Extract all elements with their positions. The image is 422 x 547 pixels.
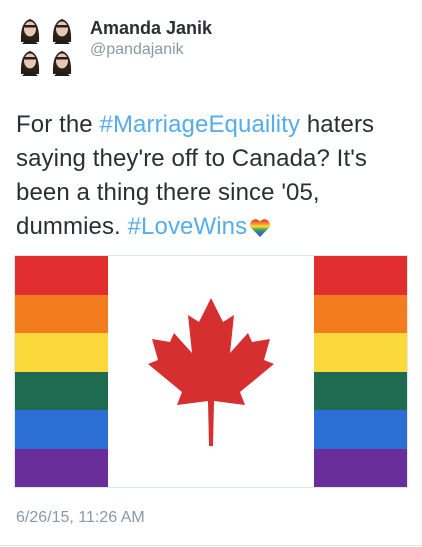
flag-stripe: [15, 410, 108, 449]
flag-stripe: [15, 294, 108, 333]
hashtag-love-wins-link[interactable]: #LoveWins: [128, 213, 248, 240]
flag-stripe: [314, 333, 407, 372]
rainbow-heart-icon: [250, 218, 271, 237]
tweet-text-segment: For the: [16, 111, 100, 138]
flag-left-rainbow-band: [15, 256, 108, 487]
avatar[interactable]: [14, 12, 78, 76]
avatar-tile-icon: [46, 12, 78, 44]
flag-stripe: [314, 256, 407, 295]
flag-stripe: [15, 333, 108, 372]
maple-leaf-icon: [148, 298, 274, 446]
flag-stripe: [15, 448, 108, 487]
hashtag-marriage-equality-link[interactable]: #MarriageEquaility: [100, 111, 301, 138]
tweet-text: For the #MarriageEquaility haters saying…: [16, 108, 408, 244]
flag-stripe: [314, 371, 407, 410]
avatar-tile-icon: [14, 12, 46, 44]
flag-stripe: [314, 448, 407, 487]
flag-stripe: [314, 410, 407, 449]
flag-stripe: [15, 371, 108, 410]
flag-stripe: [314, 294, 407, 333]
pride-canada-flag-image[interactable]: [14, 255, 408, 488]
avatar-tile-icon: [14, 44, 46, 76]
flag-right-rainbow-band: [314, 256, 407, 487]
bottom-divider: [0, 545, 422, 546]
tweet-header: Amanda Janik @pandajanik: [14, 12, 414, 82]
flag-center-panel: [108, 256, 314, 487]
author-name[interactable]: Amanda Janik: [90, 18, 212, 39]
tweet-timestamp[interactable]: 6/26/15, 11:26 AM: [16, 509, 145, 527]
avatar-tile-icon: [46, 44, 78, 76]
flag-stripe: [15, 256, 108, 295]
author-handle[interactable]: @pandajanik: [90, 41, 184, 59]
